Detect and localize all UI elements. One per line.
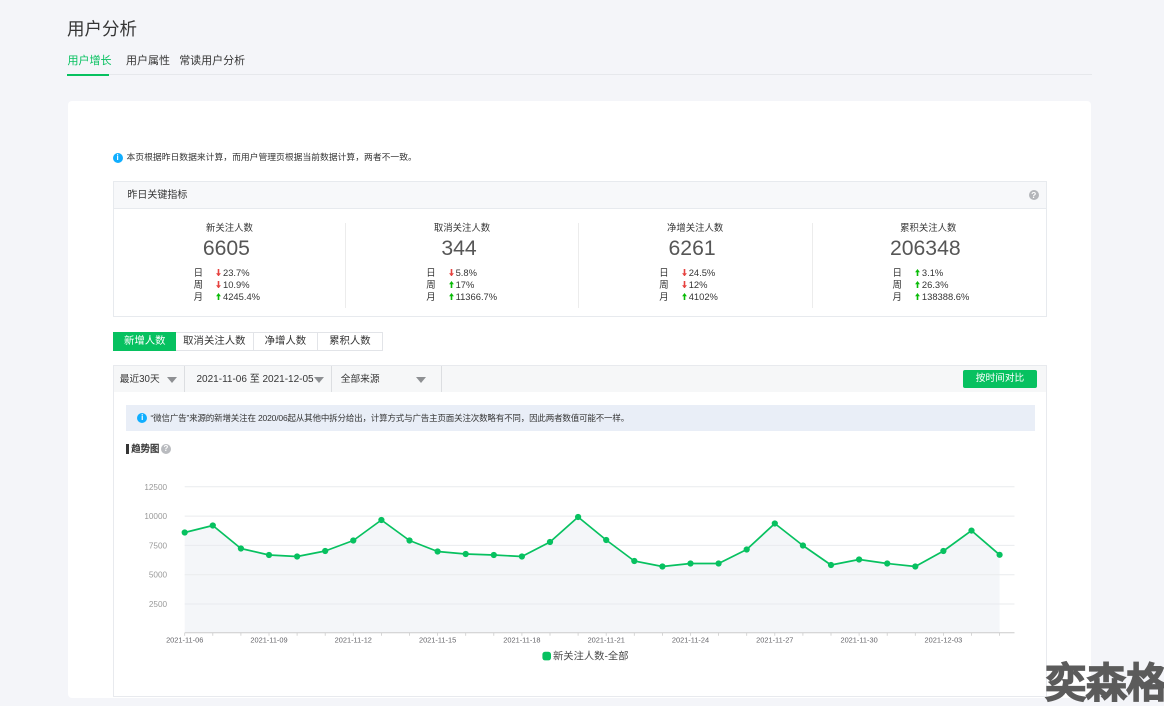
svg-text:2021-11-18: 2021-11-18	[503, 635, 540, 644]
svg-text:7500: 7500	[149, 541, 168, 550]
svg-text:2500: 2500	[149, 600, 168, 609]
svg-text:2021-11-21: 2021-11-21	[588, 635, 625, 644]
svg-text:5000: 5000	[149, 571, 168, 580]
svg-text:2021-11-12: 2021-11-12	[335, 635, 372, 644]
svg-text:2021-11-24: 2021-11-24	[672, 635, 709, 644]
svg-text:新关注人数-全部: 新关注人数-全部	[553, 649, 629, 662]
svg-text:10000: 10000	[144, 512, 167, 521]
svg-text:2021-12-03: 2021-12-03	[924, 635, 962, 644]
svg-text:2021-11-27: 2021-11-27	[756, 635, 793, 644]
svg-text:12500: 12500	[144, 483, 167, 492]
svg-text:2021-11-06: 2021-11-06	[166, 635, 203, 644]
svg-text:2021-11-09: 2021-11-09	[250, 635, 287, 644]
svg-text:2021-11-15: 2021-11-15	[419, 635, 456, 644]
svg-text:2021-11-30: 2021-11-30	[840, 635, 877, 644]
